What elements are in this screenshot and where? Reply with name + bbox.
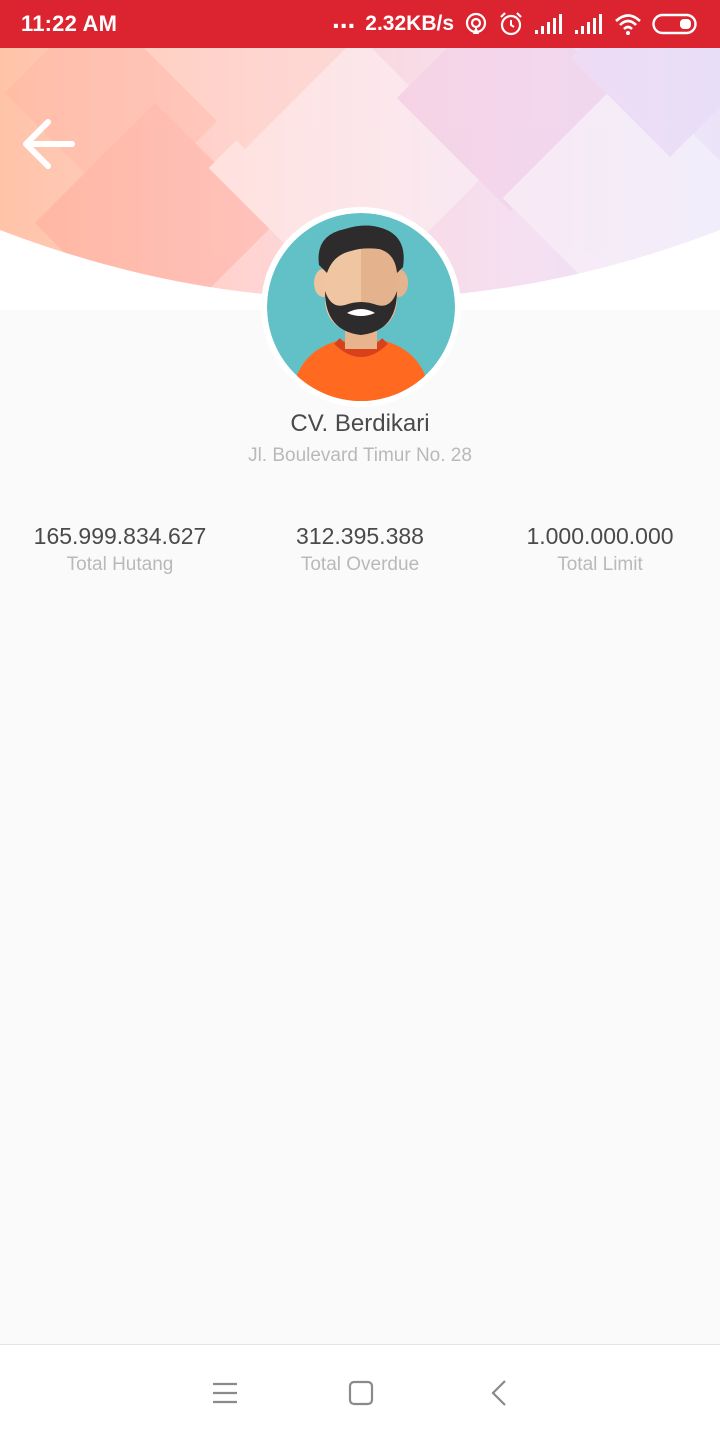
signal-icon: [535, 14, 562, 34]
back-button[interactable]: [18, 114, 82, 178]
hotspot-icon: [465, 12, 487, 34]
stat-total-overdue: 312.395.388 Total Overdue: [240, 520, 480, 578]
system-back-button[interactable]: [479, 1373, 519, 1413]
system-navigation-bar: [0, 1344, 720, 1441]
signal-icon: [575, 14, 602, 34]
menu-icon: [213, 1382, 237, 1404]
stat-value: 312.395.388: [296, 523, 424, 549]
battery-icon: [652, 13, 697, 35]
stat-label: Total Overdue: [300, 554, 420, 575]
stat-total-limit: 1.000.000.000 Total Limit: [480, 520, 720, 578]
status-bar: 11:22 AM ... 2.32KB/s: [0, 0, 720, 48]
status-icons: ... 2.32KB/s: [331, 3, 700, 39]
arrow-left-icon: [23, 119, 75, 169]
stat-label: Total Hutang: [66, 554, 174, 575]
home-square-icon: [348, 1380, 374, 1406]
status-time: 11:22 AM: [21, 11, 118, 36]
company-name: CV. Berdikari: [290, 410, 430, 437]
home-button[interactable]: [341, 1373, 381, 1413]
wifi-icon: [615, 14, 641, 35]
stat-value: 1.000.000.000: [526, 523, 674, 549]
back-chevron-icon: [491, 1380, 506, 1406]
network-speed: 2.32KB/s: [365, 12, 454, 35]
company-address: Jl. Boulevard Timur No. 28: [248, 445, 472, 466]
bearded-man-avatar-icon: [267, 213, 455, 401]
stat-label: Total Limit: [557, 554, 643, 575]
notification-dots: ...: [331, 3, 356, 34]
alarm-icon: [500, 12, 522, 36]
avatar: [261, 207, 461, 407]
stat-total-hutang: 165.999.834.627 Total Hutang: [0, 520, 240, 578]
stat-value: 165.999.834.627: [33, 523, 207, 549]
menu-button[interactable]: [205, 1373, 245, 1413]
